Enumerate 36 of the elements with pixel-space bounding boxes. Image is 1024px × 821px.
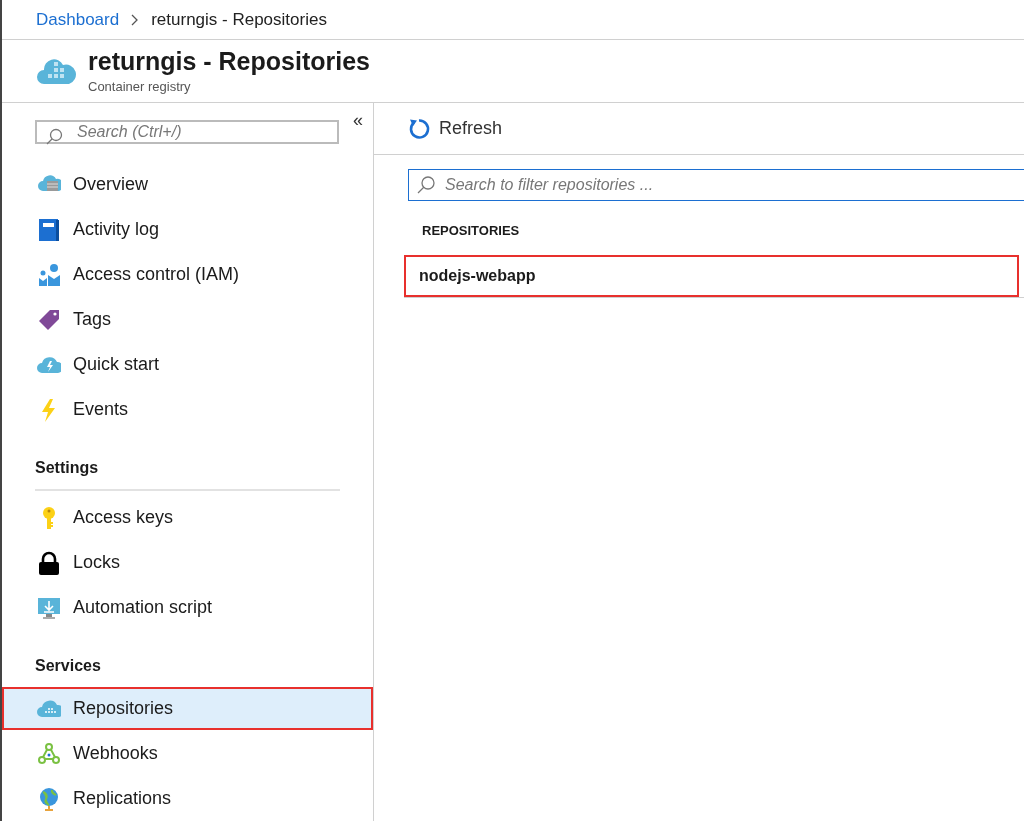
padlock-icon: [37, 550, 61, 575]
breadcrumb-link[interactable]: Dashboard: [36, 6, 120, 33]
sidebar-item[interactable]: Activity log: [2, 208, 373, 251]
sidebar-item[interactable]: Quick start: [2, 343, 373, 386]
sidebar-item[interactable]: Replications: [2, 777, 373, 820]
cloud-registry-icon: [36, 56, 76, 86]
people-icon: [37, 262, 61, 287]
tag-icon: [37, 307, 61, 332]
search-icon: [45, 128, 63, 146]
webhook-icon: [37, 741, 61, 766]
globe-icon: [37, 786, 61, 811]
sidebar-item[interactable]: Overview: [2, 163, 373, 206]
page-subtitle: Container registry: [88, 77, 192, 96]
column-header: REPOSITORIES: [422, 222, 520, 240]
monitor-download-icon: [37, 595, 61, 620]
search-icon: [416, 175, 436, 195]
chevron-right-icon: [131, 13, 140, 26]
sidebar-item[interactable]: Locks: [2, 541, 373, 584]
filter-field[interactable]: Search to filter repositories ...: [408, 169, 1024, 201]
sidebar-item[interactable]: Webhooks: [2, 732, 373, 775]
sidebar-item[interactable]: Access control (IAM): [2, 253, 373, 296]
collapse-button[interactable]: «: [353, 111, 363, 129]
sidebar-item[interactable]: Repositories: [2, 687, 373, 730]
sidebar-item[interactable]: Events: [2, 388, 373, 431]
page-title: returngis - Repositories: [88, 45, 370, 77]
sidebar-item[interactable]: Access keys: [2, 496, 373, 539]
sidebar-item[interactable]: Tags: [2, 298, 373, 341]
breadcrumb-current: returngis - Repositories: [151, 8, 327, 31]
refresh-icon: [407, 116, 431, 141]
section-heading: Settings: [35, 456, 340, 491]
section-heading: Services: [35, 656, 102, 676]
sidebar-item[interactable]: Automation script: [2, 586, 373, 629]
book-icon: [37, 217, 61, 242]
refresh-button[interactable]: Refresh: [407, 115, 503, 142]
repository-row[interactable]: nodejs-webapp: [404, 254, 1019, 297]
search-field[interactable]: Search (Ctrl+/): [35, 120, 339, 144]
